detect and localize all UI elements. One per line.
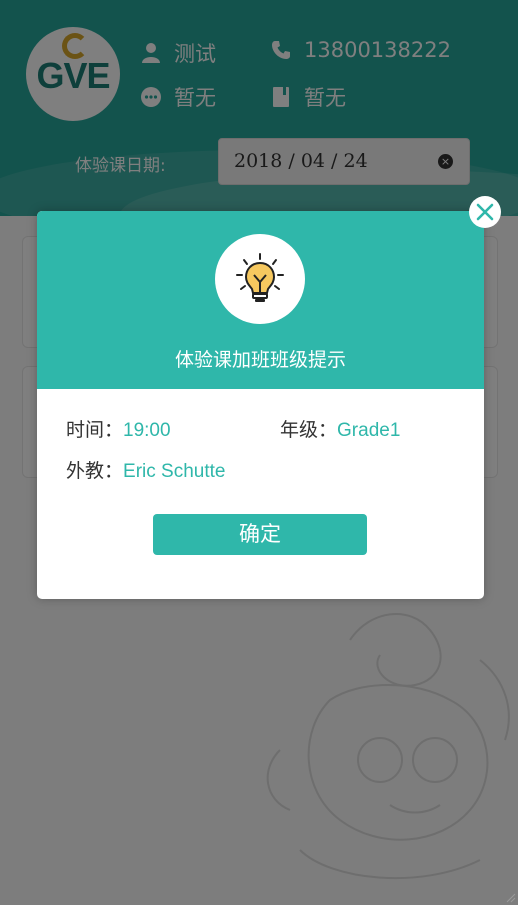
grade-label: 年级： <box>280 419 338 441</box>
confirm-button[interactable]: 确定 <box>153 514 367 555</box>
dialog-icon-circle <box>215 234 305 324</box>
time-label: 时间： <box>66 419 124 441</box>
grade-value: Grade1 <box>337 420 401 441</box>
close-icon <box>476 203 494 221</box>
lightbulb-icon <box>236 253 284 302</box>
teacher-label: 外教： <box>66 460 124 482</box>
resize-grip-icon[interactable] <box>504 891 516 903</box>
close-button[interactable] <box>469 196 501 228</box>
teacher-value: Eric Schutte <box>123 461 226 482</box>
class-reminder-dialog: 体验课加班班级提示 时间：19:00 年级：Grade1 外教：Eric Sch… <box>37 211 484 599</box>
dialog-header: 体验课加班班级提示 <box>37 211 484 389</box>
teacher-row: 外教：Eric Schutte <box>66 456 225 483</box>
time-row: 时间：19:00 <box>66 415 171 442</box>
dialog-title: 体验课加班班级提示 <box>174 349 346 371</box>
time-value: 19:00 <box>123 420 171 441</box>
grade-row: 年级：Grade1 <box>280 415 400 442</box>
